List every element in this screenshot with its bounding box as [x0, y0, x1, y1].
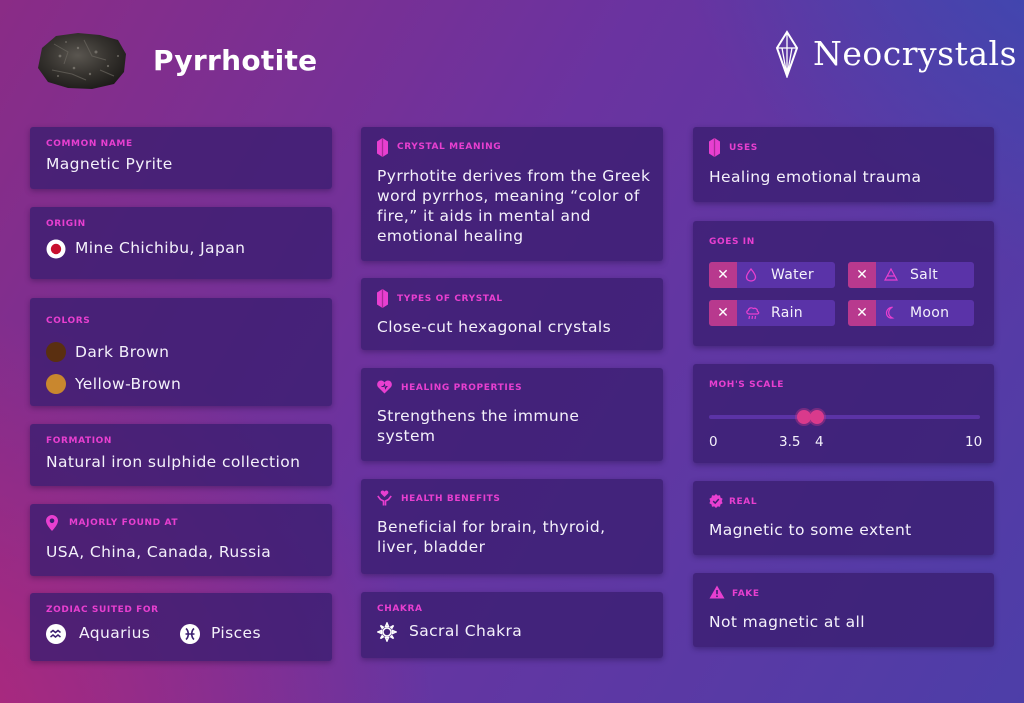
health-card: HEALTH BENEFITS Beneficial for brain, th… — [361, 479, 663, 574]
fake-label: FAKE — [732, 589, 760, 599]
mohs-high-value: 4 — [815, 434, 824, 450]
mohs-low-value: 3.5 — [779, 434, 801, 450]
formation-value: Natural iron sulphide collection — [46, 453, 301, 471]
remove-tag-button[interactable]: ✕ — [709, 300, 737, 326]
tag-label: Moon — [910, 305, 950, 321]
health-label: HEALTH BENEFITS — [401, 494, 501, 504]
origin-label: ORIGIN — [46, 219, 86, 229]
crystal-meaning-card: CRYSTAL MEANING Pyrrhotite derives from … — [361, 127, 663, 261]
color-name: Yellow-Brown — [75, 375, 182, 393]
brand-name: Neocrystals — [813, 34, 1018, 73]
goes-in-card: GOES IN ✕ Water ✕ Salt ✕ Rain ✕ Moon — [693, 221, 994, 346]
rock-photo — [38, 33, 126, 89]
color-name: Dark Brown — [75, 343, 170, 361]
types-value: Close-cut hexagonal crystals — [377, 318, 612, 336]
types-card: TYPES OF CRYSTAL Close-cut hexagonal cry… — [361, 278, 663, 350]
mohs-slider-track[interactable] — [709, 415, 980, 419]
uses-label: USES — [729, 143, 758, 153]
goes-in-tag-rain[interactable]: ✕ Rain — [709, 300, 835, 326]
remove-tag-button[interactable]: ✕ — [848, 262, 876, 288]
mohs-min-value: 0 — [709, 434, 718, 450]
map-pin-icon — [46, 515, 58, 531]
goes-in-tag-salt[interactable]: ✕ Salt — [848, 262, 974, 288]
tag-label: Rain — [771, 305, 803, 321]
types-label: TYPES OF CRYSTAL — [397, 294, 503, 304]
mohs-label: MOH'S SCALE — [709, 380, 785, 390]
heart-icon — [377, 380, 392, 394]
found-at-value: USA, China, Canada, Russia — [46, 543, 272, 561]
moon-icon — [885, 306, 895, 319]
healing-card: HEALING PROPERTIES Strengthens the immun… — [361, 368, 663, 461]
common-name-card: COMMON NAME Magnetic Pyrite — [30, 127, 332, 189]
lotus-icon — [377, 622, 397, 642]
healing-label: HEALING PROPERTIES — [401, 383, 523, 393]
remove-tag-button[interactable]: ✕ — [848, 300, 876, 326]
tag-label: Water — [771, 267, 814, 283]
color-swatch-dark-brown — [46, 342, 66, 362]
zodiac-sign: Pisces — [211, 624, 261, 642]
colors-card: COLORS Dark Brown Yellow-Brown — [30, 298, 332, 406]
healing-value: Strengthens the immune system — [377, 407, 580, 445]
warning-icon — [709, 585, 725, 599]
crystal-icon — [709, 138, 720, 157]
mohs-max-value: 10 — [965, 434, 983, 450]
zodiac-sign: Aquarius — [79, 624, 151, 642]
droplet-icon — [745, 268, 757, 282]
crystal-meaning-label: CRYSTAL MEANING — [397, 142, 502, 152]
rain-cloud-icon — [746, 307, 760, 320]
fake-value: Not magnetic at all — [709, 613, 865, 631]
formation-card: FORMATION Natural iron sulphide collecti… — [30, 424, 332, 486]
aquarius-icon — [46, 624, 66, 644]
chakra-value: Sacral Chakra — [409, 622, 523, 640]
found-at-label: MAJORLY FOUND AT — [69, 518, 179, 528]
uses-card: USES Healing emotional trauma — [693, 127, 994, 202]
mohs-slider-handle-high[interactable] — [810, 410, 825, 424]
crystal-logo-icon — [775, 30, 799, 78]
found-at-card: MAJORLY FOUND AT USA, China, Canada, Rus… — [30, 504, 332, 576]
color-swatch-yellow-brown — [46, 374, 66, 394]
mohs-card: MOH'S SCALE 0 3.5 4 10 — [693, 364, 994, 463]
real-label: REAL — [729, 497, 758, 507]
japan-flag-icon — [46, 239, 66, 259]
remove-tag-button[interactable]: ✕ — [709, 262, 737, 288]
formation-label: FORMATION — [46, 436, 113, 446]
goes-in-label: GOES IN — [709, 237, 755, 247]
zodiac-label: ZODIAC SUITED FOR — [46, 605, 159, 615]
real-value: Magnetic to some extent — [709, 521, 912, 539]
colors-label: COLORS — [46, 316, 91, 326]
triangle-icon — [884, 268, 898, 281]
crystal-icon — [377, 289, 388, 308]
fake-card: FAKE Not magnetic at all — [693, 573, 994, 647]
chakra-card: CHAKRA Sacral Chakra — [361, 592, 663, 658]
common-name-label: COMMON NAME — [46, 139, 133, 149]
zodiac-card: ZODIAC SUITED FOR Aquarius Pisces — [30, 593, 332, 661]
health-value: Beneficial for brain, thyroid, liver, bl… — [377, 518, 606, 556]
goes-in-tag-water[interactable]: ✕ Water — [709, 262, 835, 288]
page-title: Pyrrhotite — [153, 44, 318, 77]
pisces-icon — [180, 624, 200, 644]
real-card: REAL Magnetic to some extent — [693, 481, 994, 555]
chakra-label: CHAKRA — [377, 604, 423, 614]
tag-label: Salt — [910, 267, 939, 283]
check-badge-icon — [709, 494, 723, 508]
uses-value: Healing emotional trauma — [709, 168, 922, 186]
origin-card: ORIGIN Mine Chichibu, Japan — [30, 207, 332, 279]
goes-in-tag-moon[interactable]: ✕ Moon — [848, 300, 974, 326]
crystal-meaning-value: Pyrrhotite derives from the Greek word p… — [377, 167, 651, 245]
crystal-icon — [377, 138, 388, 157]
common-name-value: Magnetic Pyrite — [46, 155, 173, 173]
origin-value: Mine Chichibu, Japan — [75, 239, 246, 257]
hands-heart-icon — [377, 490, 392, 506]
mohs-slider-handle-low[interactable] — [796, 410, 811, 424]
